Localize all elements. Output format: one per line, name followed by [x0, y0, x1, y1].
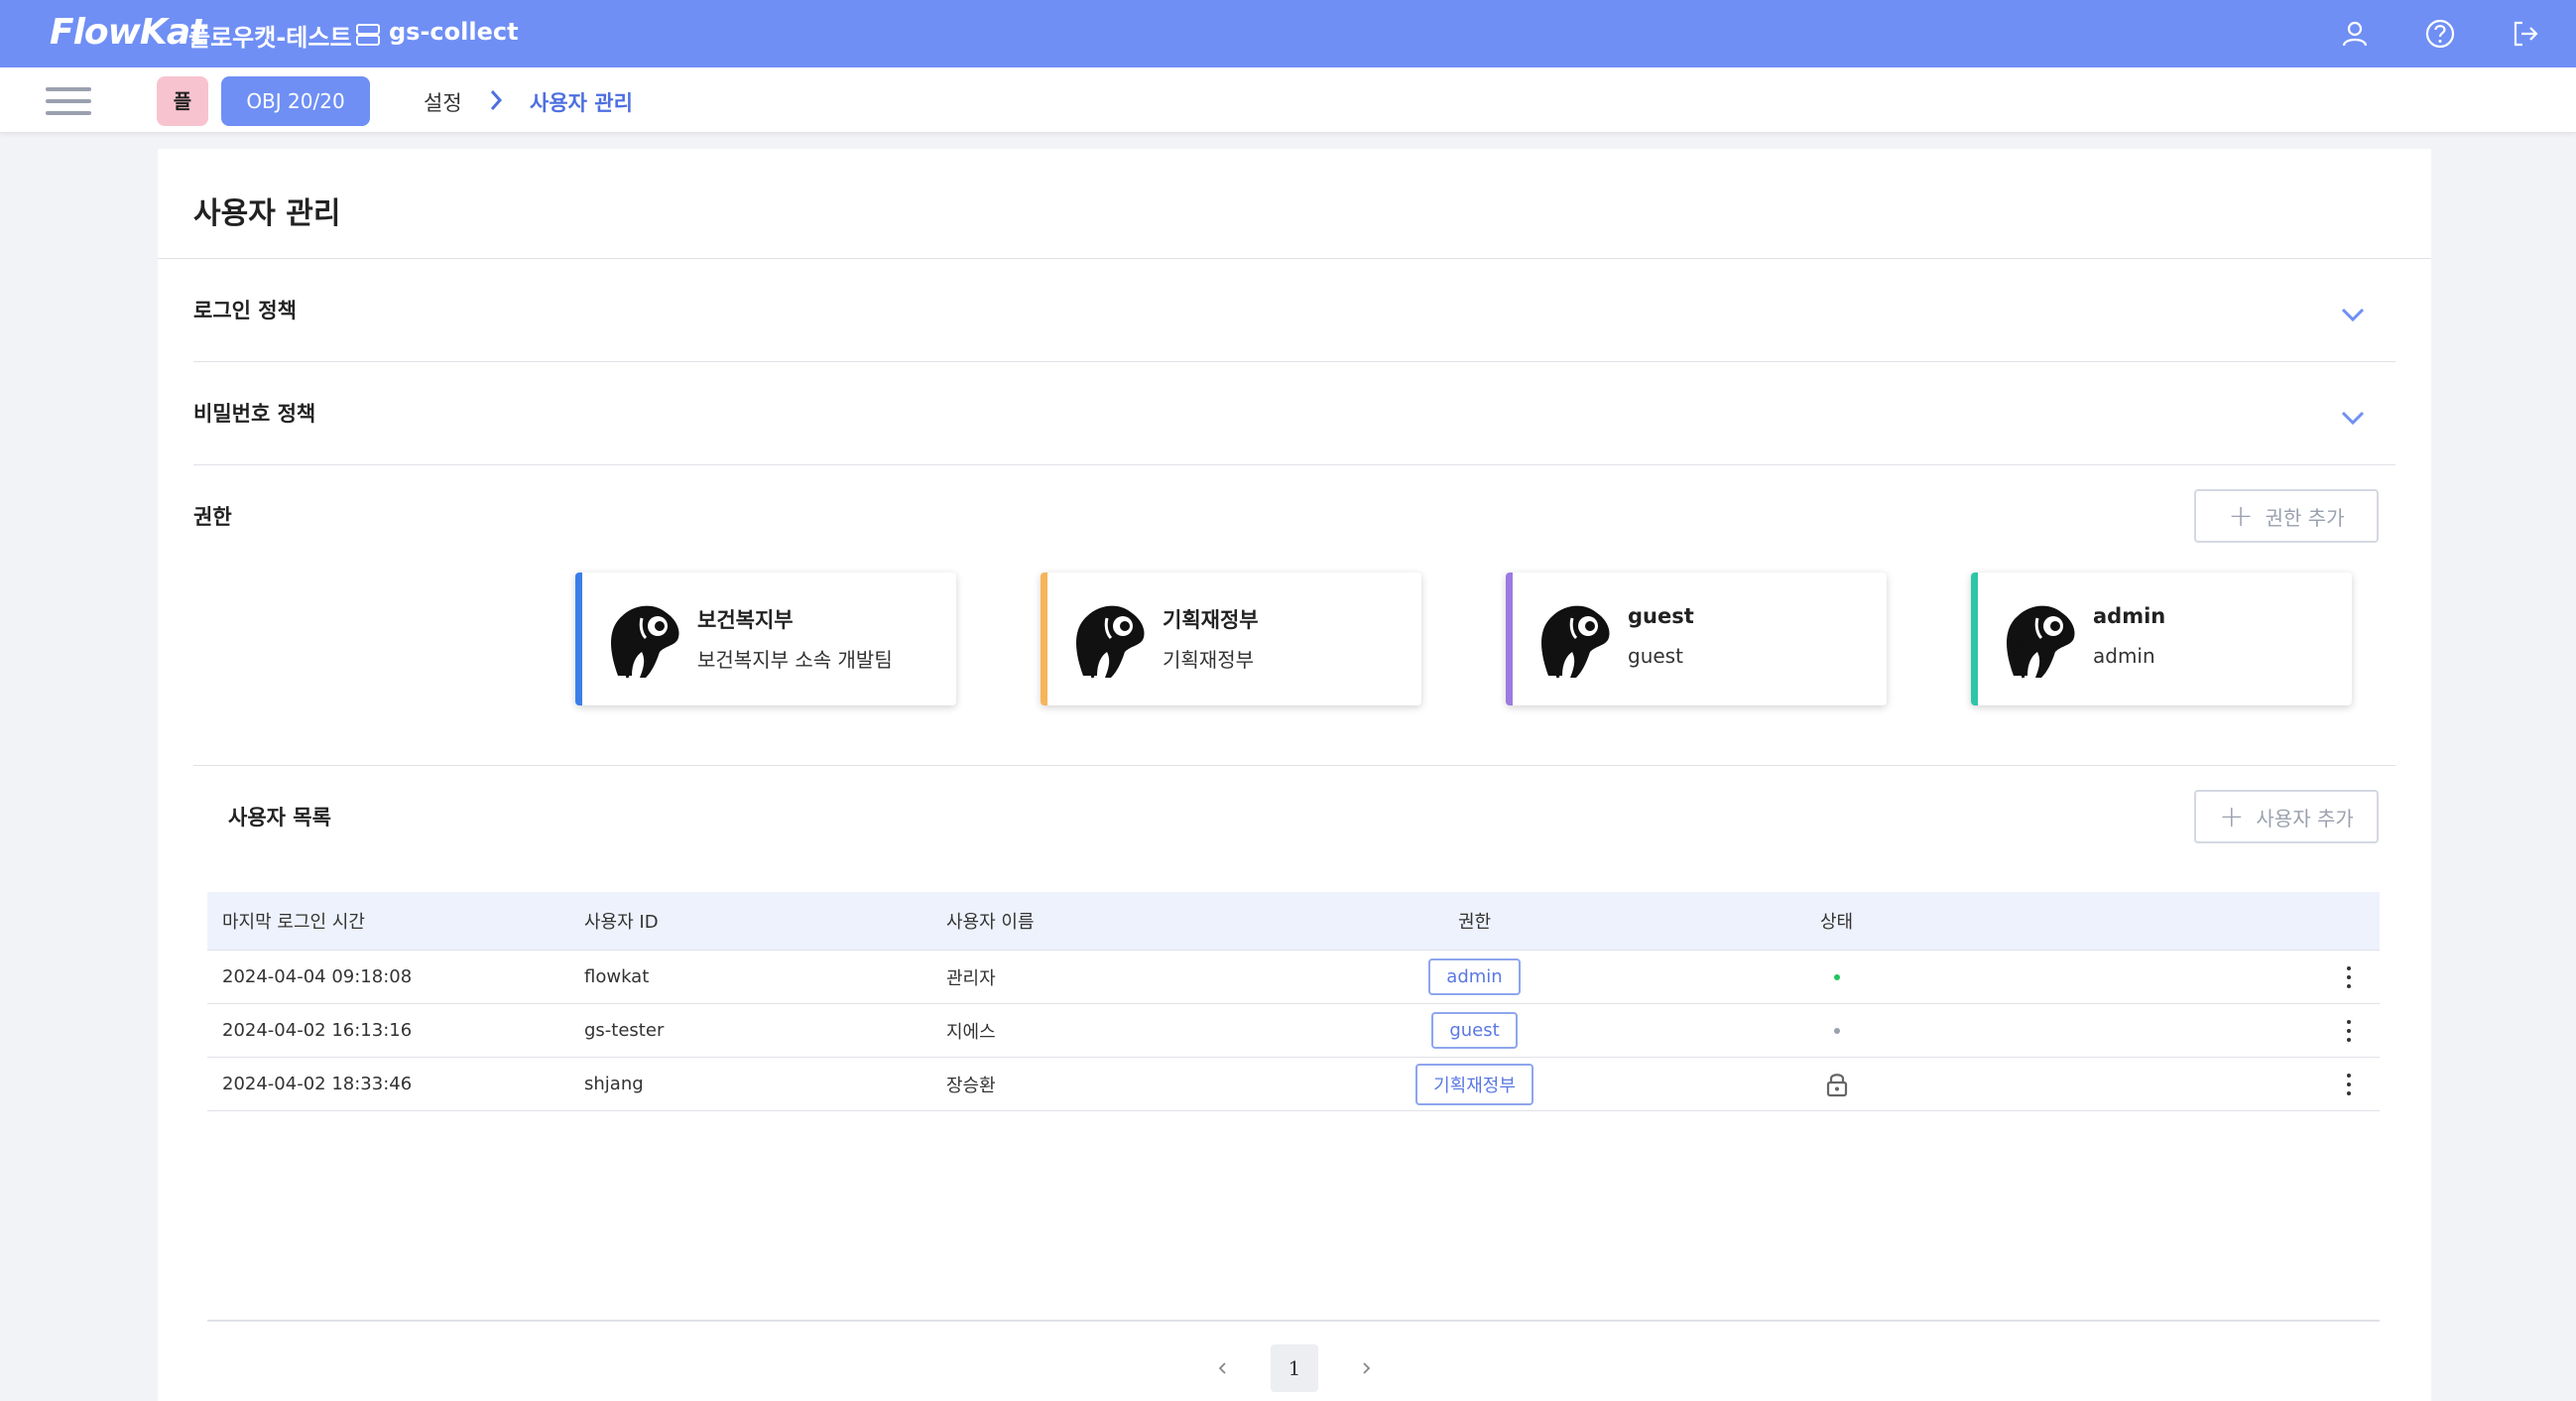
- add-user-button[interactable]: + 사용자 추가: [2194, 790, 2379, 843]
- cell-user-id: flowkat: [584, 966, 650, 987]
- permission-tag[interactable]: 기획재정부: [1415, 1063, 1533, 1105]
- chevron-right-icon: [490, 90, 503, 110]
- role-name: 보건복지부: [697, 608, 794, 632]
- role-description: 기획재정부: [1163, 648, 1254, 672]
- cell-permission: guest: [1293, 1012, 1656, 1049]
- page-number[interactable]: 1: [1271, 1344, 1318, 1392]
- cell-status: [1656, 1072, 2018, 1097]
- role-card[interactable]: guest guest: [1506, 573, 1887, 705]
- breadcrumb-user-management: 사용자 관리: [530, 91, 633, 115]
- login-policy-label: 로그인 정책: [193, 299, 297, 322]
- column-status[interactable]: 상태: [1656, 908, 2018, 934]
- cell-user-name: 지에스: [946, 1021, 996, 1043]
- flowkat-avatar-icon: [1541, 605, 1610, 679]
- chevron-right-icon[interactable]: [1356, 1358, 1376, 1378]
- user-icon[interactable]: [2338, 17, 2372, 51]
- more-options-icon[interactable]: [2346, 1073, 2352, 1095]
- add-permission-label: 권한 추가: [2265, 505, 2345, 530]
- column-last-login[interactable]: 마지막 로그인 시간: [207, 908, 569, 934]
- app-logo[interactable]: FlowKat: [50, 12, 206, 53]
- logout-icon[interactable]: [2509, 17, 2542, 51]
- role-card[interactable]: 보건복지부 보건복지부 소속 개발팀: [575, 573, 956, 705]
- cell-permission: admin: [1293, 958, 1656, 995]
- project-name[interactable]: 플로우캣-테스트: [188, 18, 352, 53]
- cell-last-login: 2024-04-02 18:33:46: [222, 1074, 413, 1094]
- server-icon: [356, 24, 380, 46]
- user-table: 마지막 로그인 시간 사용자 ID 사용자 이름 권한 상태 2024-04-0…: [207, 892, 2380, 1111]
- user-list-label: 사용자 목록: [228, 806, 331, 829]
- role-description: guest: [1628, 644, 1683, 668]
- flowkat-avatar-icon: [1076, 605, 1145, 679]
- plus-icon: +: [2228, 498, 2254, 534]
- top-bar: FlowKat 플로우캣-테스트 gs-collect: [0, 0, 2576, 67]
- add-permission-button[interactable]: + 권한 추가: [2194, 489, 2379, 543]
- cell-user-id: shjang: [584, 1074, 644, 1094]
- breadcrumb-settings[interactable]: 설정: [424, 87, 462, 117]
- pagination: 1: [158, 1344, 2431, 1392]
- main-panel: 사용자 관리 로그인 정책 비밀번호 정책 권한 + 권한 추가 보건복지부 보…: [158, 149, 2431, 1401]
- add-user-label: 사용자 추가: [2256, 806, 2354, 830]
- column-user-id[interactable]: 사용자 ID: [569, 908, 931, 934]
- role-card[interactable]: 기획재정부 기획재정부: [1041, 573, 1421, 705]
- column-permission[interactable]: 권한: [1293, 908, 1656, 934]
- cell-last-login: 2024-04-04 09:18:08: [222, 966, 413, 987]
- status-active-dot: [1833, 973, 1840, 980]
- role-name: guest: [1628, 604, 1694, 628]
- cell-actions: [2018, 1073, 2380, 1095]
- role-description: 보건복지부 소속 개발팀: [697, 648, 893, 672]
- role-name: 기획재정부: [1163, 608, 1259, 632]
- lock-icon[interactable]: [1826, 1072, 1848, 1097]
- flowkat-avatar-icon: [2007, 605, 2075, 679]
- page-title: 사용자 관리: [193, 196, 341, 231]
- chevron-left-icon[interactable]: [1213, 1358, 1233, 1378]
- chevron-down-icon[interactable]: [2340, 410, 2366, 426]
- project-badge[interactable]: 플: [157, 76, 208, 126]
- help-icon[interactable]: [2423, 17, 2457, 51]
- status-inactive-dot: [1833, 1027, 1840, 1034]
- cell-status: [1656, 973, 2018, 980]
- plus-icon: +: [2219, 799, 2245, 834]
- permission-tag[interactable]: admin: [1428, 958, 1521, 995]
- divider: [207, 1320, 2380, 1322]
- cell-actions: [2018, 965, 2380, 988]
- column-user-name[interactable]: 사용자 이름: [931, 908, 1293, 934]
- table-row[interactable]: 2024-04-02 16:13:16 gs-tester 지에스 guest: [207, 1004, 2380, 1058]
- cell-user-name: 관리자: [946, 967, 996, 989]
- cell-last-login: 2024-04-02 16:13:16: [222, 1020, 413, 1041]
- flowkat-avatar-icon: [611, 605, 679, 679]
- role-description: admin: [2093, 644, 2155, 668]
- login-policy-section[interactable]: 로그인 정책: [193, 259, 2395, 362]
- cell-user-name: 장승환: [946, 1075, 996, 1096]
- more-options-icon[interactable]: [2346, 1019, 2352, 1042]
- cell-status: [1656, 1027, 2018, 1034]
- cell-user-id: gs-tester: [584, 1020, 665, 1041]
- role-card[interactable]: admin admin: [1971, 573, 2352, 705]
- more-options-icon[interactable]: [2346, 965, 2352, 988]
- collector-name[interactable]: gs-collect: [389, 18, 519, 46]
- role-name: admin: [2093, 604, 2166, 628]
- table-row[interactable]: 2024-04-02 18:33:46 shjang 장승환 기획재정부: [207, 1058, 2380, 1111]
- table-header: 마지막 로그인 시간 사용자 ID 사용자 이름 권한 상태: [207, 892, 2380, 951]
- obj-count-button[interactable]: OBJ 20/20: [221, 76, 370, 126]
- permissions-label: 권한: [193, 505, 232, 529]
- sub-bar: 플 OBJ 20/20 설정 사용자 관리: [0, 67, 2576, 133]
- permission-tag[interactable]: guest: [1431, 1012, 1518, 1049]
- password-policy-section[interactable]: 비밀번호 정책: [193, 362, 2395, 465]
- cell-permission: 기획재정부: [1293, 1063, 1656, 1105]
- cell-actions: [2018, 1019, 2380, 1042]
- table-row[interactable]: 2024-04-04 09:18:08 flowkat 관리자 admin: [207, 951, 2380, 1004]
- menu-icon[interactable]: [46, 87, 91, 115]
- password-policy-label: 비밀번호 정책: [193, 402, 316, 426]
- chevron-down-icon[interactable]: [2340, 307, 2366, 322]
